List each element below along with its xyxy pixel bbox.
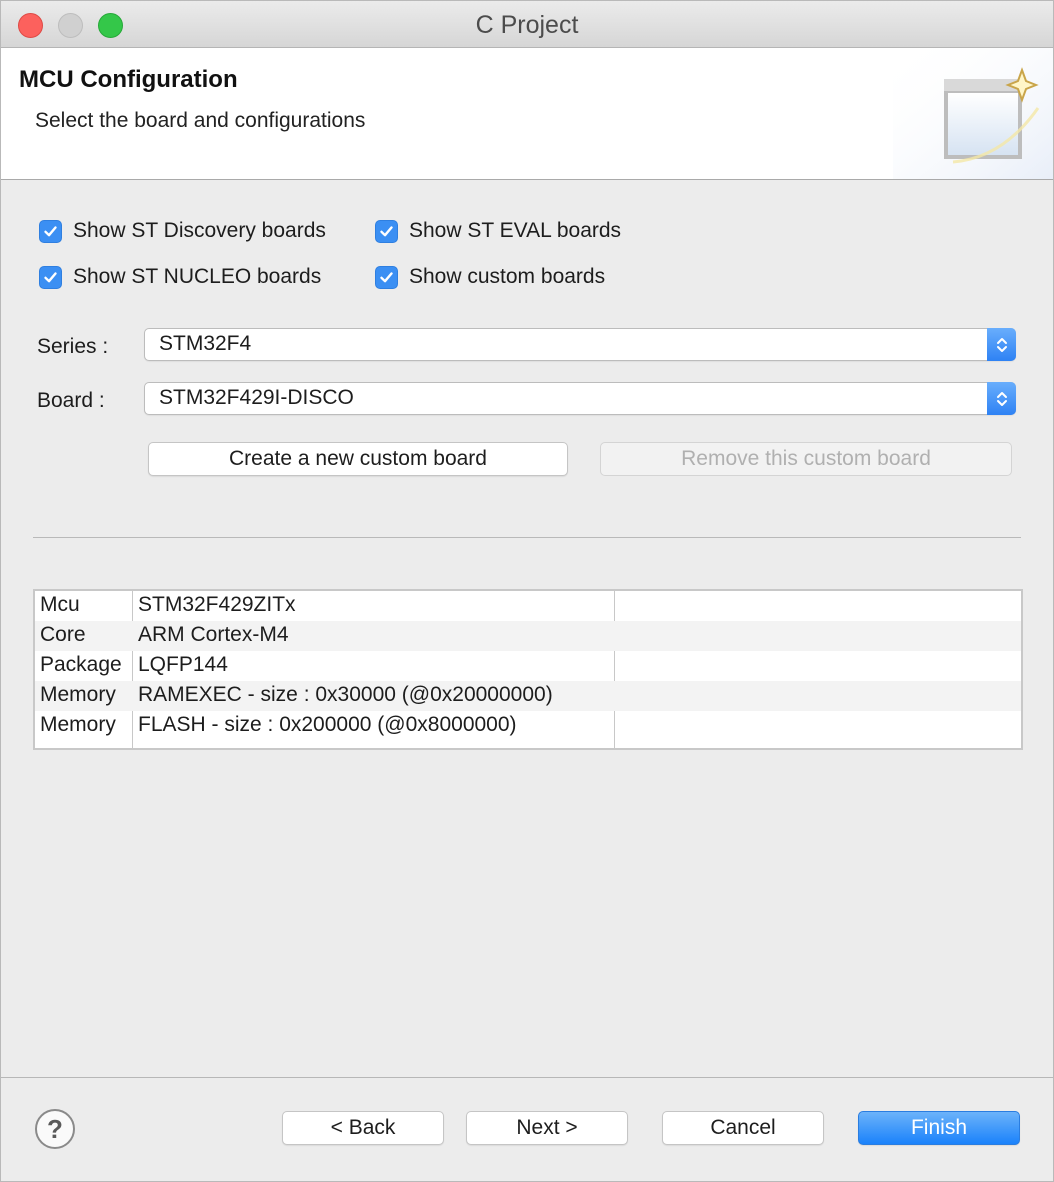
section-divider xyxy=(33,537,1021,538)
show-eval-label: Show ST EVAL boards xyxy=(409,219,622,242)
series-label: Series : xyxy=(37,335,109,358)
detail-value: FLASH - size : 0x200000 (@0x8000000) xyxy=(138,713,517,736)
page-title: MCU Configuration xyxy=(19,66,238,93)
checkmark-icon[interactable] xyxy=(375,219,398,243)
chevron-updown-icon[interactable] xyxy=(987,328,1016,361)
help-icon[interactable]: ? xyxy=(35,1109,75,1149)
footer-divider xyxy=(1,1077,1053,1078)
window-title: C Project xyxy=(475,11,579,39)
wizard-banner: MCU Configuration Select the board and c… xyxy=(1,48,1053,180)
show-custom-checkbox[interactable]: Show custom boards xyxy=(375,265,605,289)
series-select[interactable]: STM32F4 xyxy=(144,328,1016,361)
show-discovery-label: Show ST Discovery boards xyxy=(73,219,326,242)
checkmark-icon[interactable] xyxy=(39,219,62,243)
board-select[interactable]: STM32F429I-DISCO xyxy=(144,382,1016,415)
remove-custom-board-button: Remove this custom board xyxy=(600,442,1012,476)
chevron-updown-icon[interactable] xyxy=(987,382,1016,415)
show-custom-label: Show custom boards xyxy=(409,265,606,288)
finish-button[interactable]: Finish xyxy=(858,1111,1020,1145)
board-value: STM32F429I-DISCO xyxy=(159,386,354,409)
detail-value: RAMEXEC - size : 0x30000 (@0x20000000) xyxy=(138,683,553,706)
board-label: Board : xyxy=(37,389,105,412)
show-discovery-checkbox[interactable]: Show ST Discovery boards xyxy=(39,219,326,243)
page-subtitle: Select the board and configurations xyxy=(35,109,366,132)
title-bar[interactable]: C Project xyxy=(1,1,1053,48)
table-row[interactable]: Core ARM Cortex-M4 xyxy=(35,621,1021,651)
mcu-details-table[interactable]: Mcu STM32F429ZITx Core ARM Cortex-M4 Pac… xyxy=(33,589,1023,750)
cancel-button[interactable]: Cancel xyxy=(662,1111,824,1145)
table-row[interactable]: Mcu STM32F429ZITx xyxy=(35,591,1021,621)
show-nucleo-checkbox[interactable]: Show ST NUCLEO boards xyxy=(39,265,321,289)
checkmark-icon[interactable] xyxy=(375,265,398,289)
detail-value: ARM Cortex-M4 xyxy=(138,623,289,646)
next-button[interactable]: Next > xyxy=(466,1111,628,1145)
detail-value: LQFP144 xyxy=(138,653,228,676)
dialog-window: C Project MCU Configuration Select the b… xyxy=(0,0,1054,1182)
back-button[interactable]: < Back xyxy=(282,1111,444,1145)
detail-key: Memory xyxy=(40,683,116,706)
table-row[interactable]: Memory RAMEXEC - size : 0x30000 (@0x2000… xyxy=(35,681,1021,711)
detail-key: Package xyxy=(40,653,122,676)
series-value: STM32F4 xyxy=(159,332,252,355)
table-row[interactable]: Memory FLASH - size : 0x200000 (@0x80000… xyxy=(35,711,1021,741)
table-row[interactable]: Package LQFP144 xyxy=(35,651,1021,681)
checkmark-icon[interactable] xyxy=(39,265,62,289)
detail-value: STM32F429ZITx xyxy=(138,593,296,616)
new-project-wizard-icon xyxy=(893,48,1053,179)
show-nucleo-label: Show ST NUCLEO boards xyxy=(73,265,322,288)
create-custom-board-button[interactable]: Create a new custom board xyxy=(148,442,568,476)
detail-key: Mcu xyxy=(40,593,80,616)
detail-key: Memory xyxy=(40,713,116,736)
detail-key: Core xyxy=(40,623,86,646)
show-eval-checkbox[interactable]: Show ST EVAL boards xyxy=(375,219,621,243)
